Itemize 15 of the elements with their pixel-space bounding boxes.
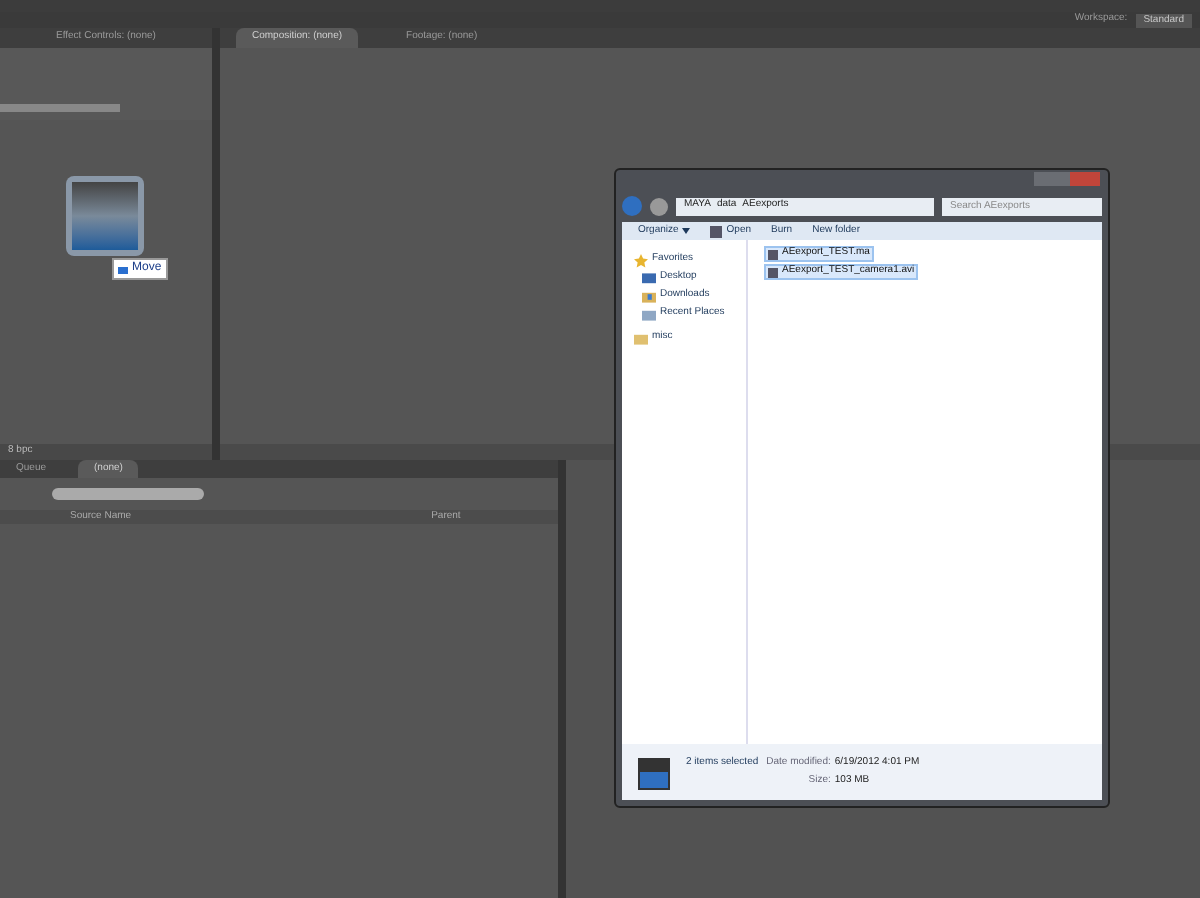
monitor-icon xyxy=(642,271,656,285)
search-field[interactable] xyxy=(52,488,204,500)
caret-icon xyxy=(682,228,691,234)
progress-strip xyxy=(0,104,120,112)
back-button[interactable] xyxy=(622,196,642,216)
move-icon xyxy=(118,264,128,274)
minimize-button[interactable] xyxy=(1034,172,1052,186)
folder-icon xyxy=(642,289,656,303)
star-icon xyxy=(634,253,648,267)
close-button[interactable] xyxy=(1070,172,1100,186)
maximize-button[interactable] xyxy=(1052,172,1070,186)
forward-button[interactable] xyxy=(650,197,668,215)
drag-file-thumbnail xyxy=(66,176,144,256)
file-icon xyxy=(710,225,723,237)
file-thumbnail-icon xyxy=(638,754,670,790)
